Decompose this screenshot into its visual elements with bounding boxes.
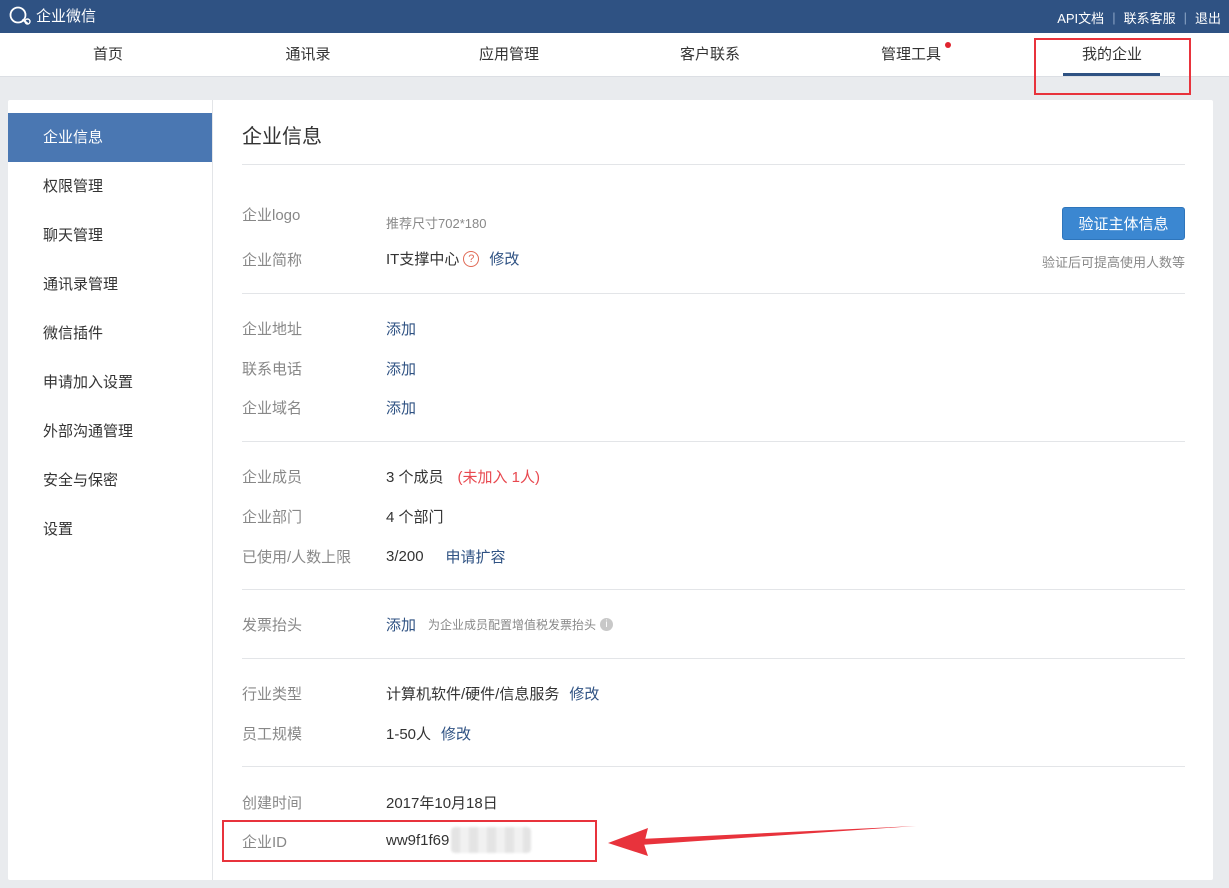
sidebar-item-contacts-management[interactable]: 通讯录管理 bbox=[8, 260, 212, 309]
scale-value: 1-50人 bbox=[386, 726, 432, 743]
main-nav: 首页 通讯录 应用管理 客户联系 管理工具 我的企业 bbox=[0, 33, 1229, 77]
departments-value: 4 个部门 bbox=[386, 509, 444, 526]
add-address-link[interactable]: 添加 bbox=[386, 318, 416, 339]
verify-entity-button[interactable]: 验证主体信息 bbox=[1062, 207, 1185, 240]
question-help-icon[interactable]: ? bbox=[463, 250, 480, 267]
invoice-hint: 为企业成员配置增值税发票抬头 bbox=[428, 618, 597, 632]
brand-name: 企业微信 bbox=[36, 8, 97, 25]
nav-customer-contact[interactable]: 客户联系 bbox=[610, 33, 810, 77]
created-value: 2017年10月18日 bbox=[386, 795, 498, 812]
nav-contacts[interactable]: 通讯录 bbox=[208, 33, 408, 77]
member-limit-row: 3/200 申请扩容 bbox=[386, 546, 506, 567]
wework-logo-icon bbox=[9, 6, 31, 25]
short-name-value: IT支撑中心 bbox=[386, 251, 460, 268]
sidebar-item-external-communication[interactable]: 外部沟通管理 bbox=[8, 407, 212, 456]
divider bbox=[242, 589, 1185, 590]
members-row: 3 个成员 (未加入 1人) bbox=[386, 466, 540, 487]
separator: | bbox=[1183, 10, 1187, 25]
content-panel: 企业信息 权限管理 聊天管理 通讯录管理 微信插件 申请加入设置 外部沟通管理 … bbox=[8, 100, 1213, 880]
page-title: 企业信息 bbox=[242, 126, 322, 148]
address-label: 企业地址 bbox=[242, 321, 303, 338]
corp-id-row: ww9f1f69 bbox=[386, 827, 532, 853]
member-limit-label: 已使用/人数上限 bbox=[242, 549, 352, 566]
redacted-id-blur bbox=[451, 827, 532, 853]
sidebar-item-permissions[interactable]: 权限管理 bbox=[8, 162, 212, 211]
sidebar-item-chat-management[interactable]: 聊天管理 bbox=[8, 211, 212, 260]
divider bbox=[242, 766, 1185, 767]
domain-label: 企业域名 bbox=[242, 400, 303, 417]
logout-link[interactable]: 退出 bbox=[1195, 8, 1221, 27]
industry-value: 计算机软件/硬件/信息服务 bbox=[386, 686, 560, 703]
sidebar-item-security[interactable]: 安全与保密 bbox=[8, 456, 212, 505]
members-label: 企业成员 bbox=[242, 469, 303, 486]
verify-note: 验证后可提高使用人数等 bbox=[1041, 255, 1185, 270]
sidebar-item-company-info[interactable]: 企业信息 bbox=[8, 113, 212, 162]
edit-industry-link[interactable]: 修改 bbox=[569, 683, 599, 704]
nav-app-management[interactable]: 应用管理 bbox=[409, 33, 609, 77]
info-icon[interactable]: i bbox=[600, 618, 614, 631]
divider bbox=[242, 164, 1185, 165]
invoice-label: 发票抬头 bbox=[242, 617, 303, 634]
nav-management-tools-label: 管理工具 bbox=[880, 46, 941, 63]
invoice-row: 添加 为企业成员配置增值税发票抬头 i bbox=[386, 614, 614, 635]
members-value: 3 个成员 bbox=[386, 469, 444, 486]
nav-home[interactable]: 首页 bbox=[8, 33, 208, 77]
notification-dot bbox=[945, 42, 951, 48]
divider bbox=[242, 293, 1185, 294]
industry-label: 行业类型 bbox=[242, 686, 303, 703]
unjoined-members-link[interactable]: (未加入 1人) bbox=[458, 466, 541, 487]
divider bbox=[242, 441, 1185, 442]
red-arrow-annotation bbox=[608, 826, 916, 856]
sidebar: 企业信息 权限管理 聊天管理 通讯录管理 微信插件 申请加入设置 外部沟通管理 … bbox=[8, 100, 213, 880]
top-links: API文档 | 联系客服 | 退出 bbox=[1057, 8, 1221, 27]
created-label: 创建时间 bbox=[242, 795, 303, 812]
departments-label: 企业部门 bbox=[242, 509, 303, 526]
edit-scale-link[interactable]: 修改 bbox=[441, 723, 471, 744]
sidebar-item-wechat-plugin[interactable]: 微信插件 bbox=[8, 309, 212, 358]
add-invoice-link[interactable]: 添加 bbox=[386, 614, 416, 635]
sidebar-item-settings[interactable]: 设置 bbox=[8, 505, 212, 554]
contact-support-link[interactable]: 联系客服 bbox=[1124, 8, 1176, 27]
brand-logo[interactable]: 企业微信 bbox=[8, 5, 96, 26]
edit-short-name-link[interactable]: 修改 bbox=[489, 248, 519, 269]
scale-label: 员工规模 bbox=[242, 726, 303, 743]
separator: | bbox=[1112, 10, 1116, 25]
corp-id-label: 企业ID bbox=[242, 834, 288, 851]
nav-my-company[interactable]: 我的企业 bbox=[1012, 33, 1212, 77]
phone-label: 联系电话 bbox=[242, 361, 303, 378]
nav-management-tools[interactable]: 管理工具 bbox=[811, 33, 1011, 77]
api-docs-link[interactable]: API文档 bbox=[1057, 8, 1104, 27]
divider bbox=[242, 658, 1185, 659]
add-domain-link[interactable]: 添加 bbox=[386, 397, 416, 418]
short-name-row: IT支撑中心 ? 修改 bbox=[386, 248, 519, 269]
logo-size-hint: 推荐尺寸702*180 bbox=[386, 216, 487, 231]
company-info-main: 企业信息 企业logo 推荐尺寸702*180 企业简称 IT支撑中心 ? 修改… bbox=[242, 100, 1185, 880]
member-limit-value: 3/200 bbox=[386, 548, 424, 565]
sidebar-item-join-settings[interactable]: 申请加入设置 bbox=[8, 358, 212, 407]
logo-label: 企业logo bbox=[242, 207, 301, 224]
short-name-label: 企业简称 bbox=[242, 252, 303, 269]
active-tab-underline bbox=[1063, 73, 1160, 76]
top-bar: 企业微信 API文档 | 联系客服 | 退出 bbox=[0, 0, 1229, 33]
apply-expansion-link[interactable]: 申请扩容 bbox=[446, 546, 506, 567]
corp-id-value[interactable]: ww9f1f69 bbox=[386, 832, 449, 849]
add-phone-link[interactable]: 添加 bbox=[386, 358, 416, 379]
scale-row: 1-50人 修改 bbox=[386, 723, 471, 744]
industry-row: 计算机软件/硬件/信息服务 修改 bbox=[386, 683, 599, 704]
